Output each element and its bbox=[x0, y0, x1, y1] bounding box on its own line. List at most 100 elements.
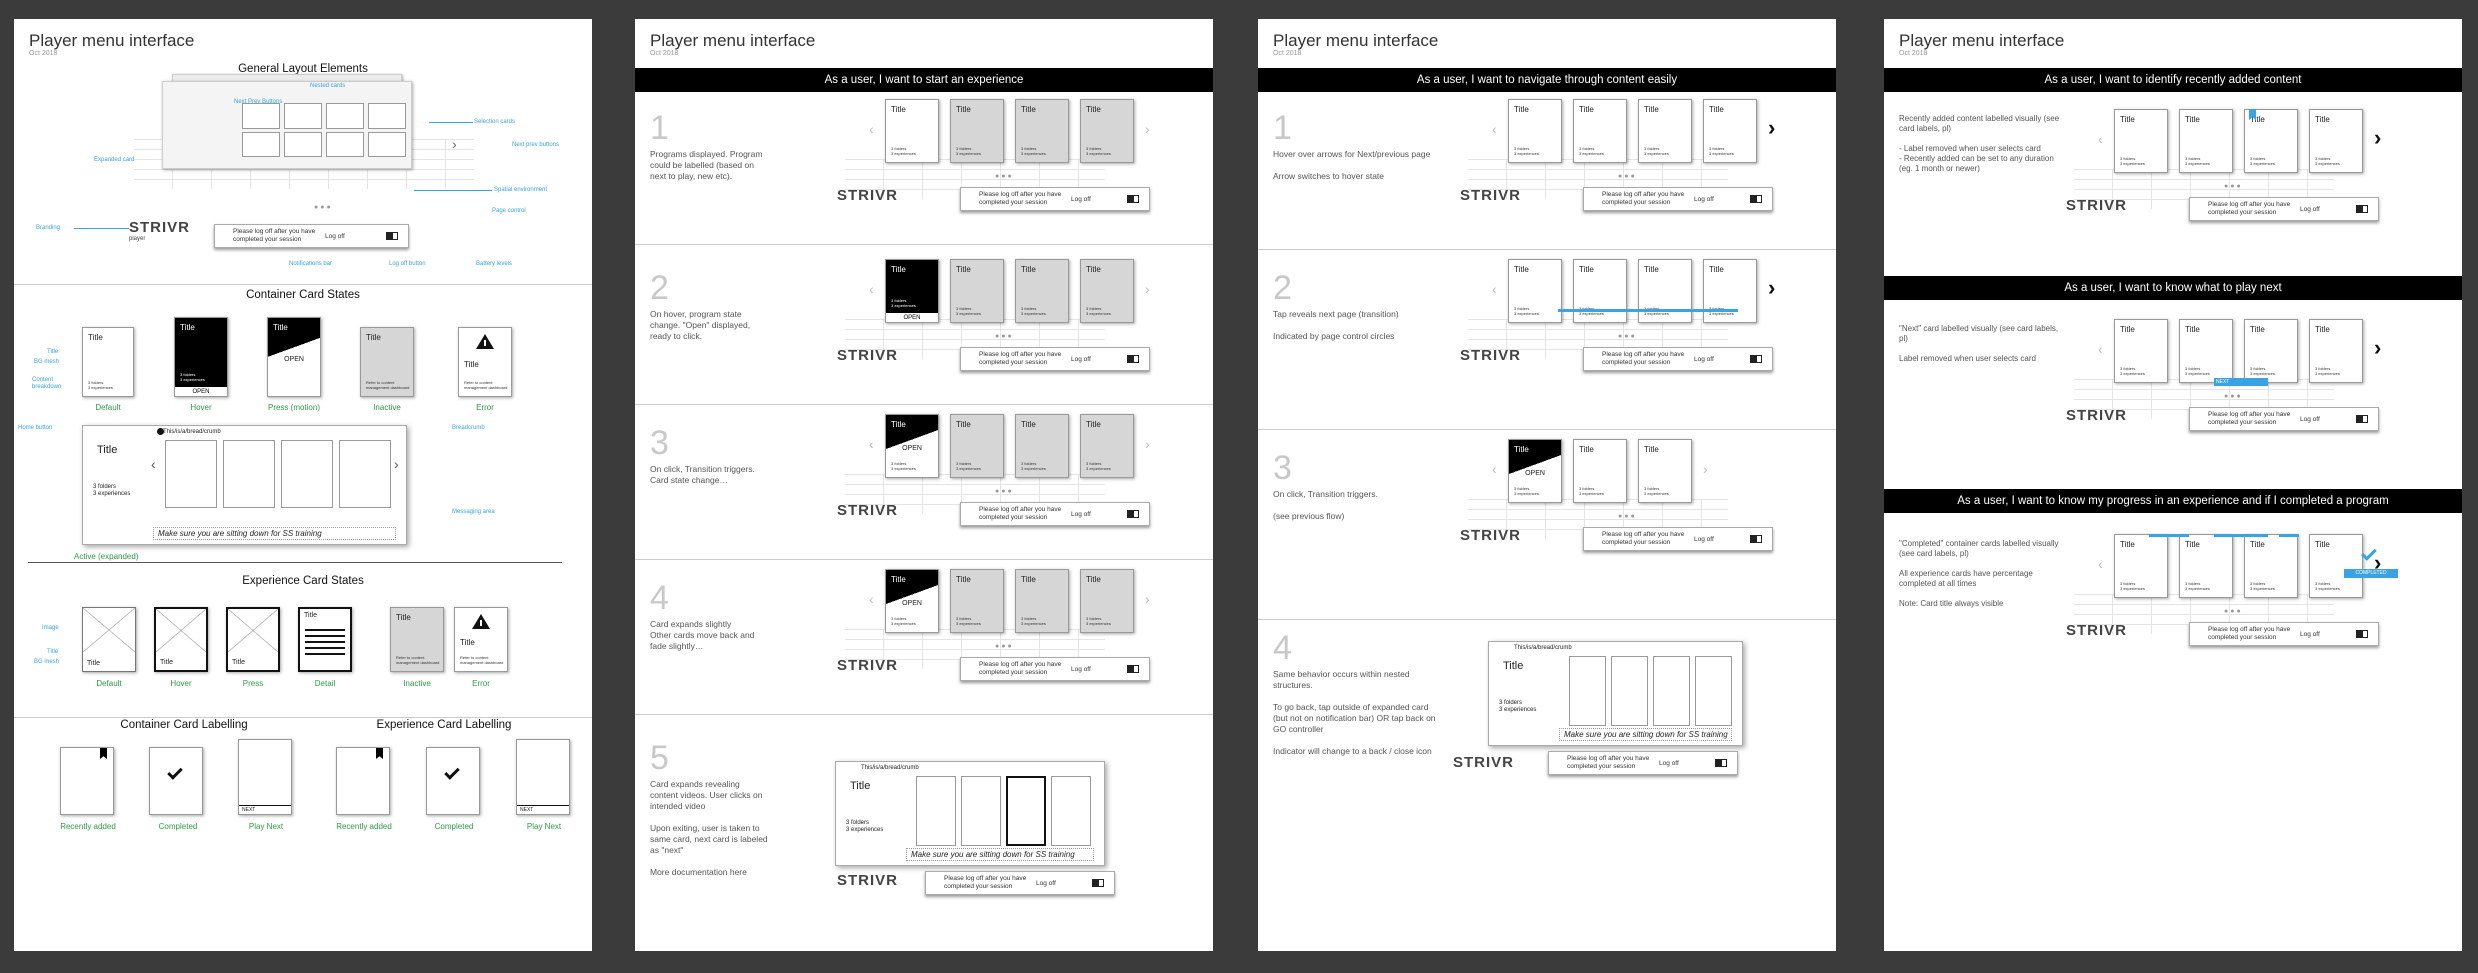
logoff-button[interactable]: Log off bbox=[1071, 666, 1091, 673]
container-card[interactable]: Title3 folders 3 experiences bbox=[1015, 99, 1069, 163]
chevron-left-icon[interactable]: ‹ bbox=[2098, 556, 2103, 572]
nested-slot[interactable] bbox=[916, 776, 956, 846]
container-card[interactable]: Title3 folders 3 experiences bbox=[1508, 259, 1562, 323]
logoff-button[interactable]: Log off bbox=[2300, 631, 2320, 638]
chevron-left-icon[interactable]: ‹ bbox=[869, 121, 874, 137]
page-control[interactable]: ●●● bbox=[2224, 393, 2243, 400]
container-card[interactable]: Title3 folders 3 experiences bbox=[1015, 259, 1069, 323]
logoff-button[interactable]: Log off bbox=[1694, 356, 1714, 363]
container-card[interactable]: Title3 folders 3 experiences bbox=[1080, 569, 1134, 633]
page-control[interactable]: ●●● bbox=[995, 173, 1014, 180]
logoff-button[interactable]: Log off bbox=[325, 233, 345, 240]
container-card[interactable]: Title3 folders 3 experiences bbox=[1703, 99, 1757, 163]
container-card[interactable]: Title3 folders 3 experiences bbox=[1573, 439, 1627, 503]
chevron-right-icon[interactable]: › bbox=[452, 136, 457, 152]
logoff-button[interactable]: Log off bbox=[2300, 416, 2320, 423]
experience-card-detail[interactable]: Title bbox=[298, 607, 352, 672]
page-control[interactable]: ●●● bbox=[1618, 333, 1637, 340]
experience-card-press[interactable]: Title bbox=[226, 607, 280, 672]
nested-slot[interactable] bbox=[339, 440, 391, 508]
logoff-button[interactable]: Log off bbox=[1659, 760, 1679, 767]
nested-slot[interactable] bbox=[961, 776, 1001, 846]
container-card[interactable]: Title3 folders 3 experiences bbox=[950, 99, 1004, 163]
nested-slot[interactable] bbox=[165, 440, 217, 508]
active-expanded-card[interactable]: This/is/a/bread/crumb Title 3 folders 3 … bbox=[82, 425, 407, 545]
chevron-left-icon[interactable]: ‹ bbox=[1492, 121, 1497, 137]
nested-slot[interactable] bbox=[1695, 656, 1732, 726]
chevron-right-icon[interactable]: › bbox=[394, 456, 399, 472]
container-card[interactable]: Title3 folders 3 experiences bbox=[1573, 99, 1627, 163]
chevron-left-icon[interactable]: ‹ bbox=[151, 456, 156, 472]
container-card[interactable]: Title 3 folders 3 experiences OPEN bbox=[1508, 439, 1562, 503]
chevron-right-icon[interactable]: › bbox=[2374, 125, 2381, 151]
nested-slot[interactable] bbox=[1653, 656, 1690, 726]
container-card[interactable]: Title3 folders 3 experiences bbox=[1080, 414, 1134, 478]
chevron-left-icon[interactable]: ‹ bbox=[869, 436, 874, 452]
chevron-left-icon[interactable]: ‹ bbox=[1492, 461, 1497, 477]
container-card[interactable]: Title3 folders 3 experiences bbox=[1638, 99, 1692, 163]
page-control[interactable]: ●●● bbox=[314, 204, 333, 211]
page-control[interactable]: ●●● bbox=[995, 333, 1014, 340]
container-card[interactable]: Title3 folders 3 experiences bbox=[1080, 259, 1134, 323]
chevron-left-icon[interactable]: ‹ bbox=[1492, 281, 1497, 297]
container-card[interactable]: Title3 folders 3 experiences bbox=[1703, 259, 1757, 323]
page-control[interactable]: ●●● bbox=[995, 643, 1014, 650]
breadcrumb[interactable]: This/is/a/bread/crumb bbox=[861, 765, 919, 771]
chevron-right-icon[interactable]: › bbox=[1145, 591, 1150, 607]
container-card[interactable]: Title3 folders 3 experiences bbox=[950, 569, 1004, 633]
container-card-default[interactable]: Title 3 folders 3 experiences bbox=[82, 327, 134, 397]
page-control[interactable]: ●●● bbox=[1618, 173, 1637, 180]
container-card-press[interactable]: Title OPEN bbox=[267, 317, 321, 397]
container-card[interactable]: Title3 folders 3 experiences bbox=[1080, 99, 1134, 163]
container-card[interactable]: Title3 folders 3 experiences bbox=[2244, 534, 2298, 598]
nested-slot[interactable] bbox=[1006, 776, 1046, 846]
container-card[interactable]: Title3 folders 3 experiences bbox=[2179, 109, 2233, 173]
container-card[interactable]: Title3 folders 3 experiences bbox=[2309, 319, 2363, 383]
breadcrumb[interactable]: This/is/a/bread/crumb bbox=[1514, 645, 1572, 651]
container-card[interactable]: Title 3 folders 3 experiences OPEN bbox=[885, 259, 939, 323]
chevron-right-icon[interactable]: › bbox=[1768, 115, 1775, 141]
container-card[interactable]: Title3 folders 3 experiences bbox=[950, 414, 1004, 478]
chevron-left-icon[interactable]: ‹ bbox=[2098, 341, 2103, 357]
container-card[interactable]: Title 3 folders 3 experiences OPEN bbox=[885, 414, 939, 478]
container-card[interactable]: Title3 folders 3 experiences bbox=[2309, 109, 2363, 173]
chevron-right-icon[interactable]: › bbox=[1703, 461, 1708, 477]
container-card[interactable]: Title3 folders 3 experiences bbox=[2114, 534, 2168, 598]
container-card[interactable]: Title3 folders 3 experiences bbox=[885, 99, 939, 163]
container-card-hover[interactable]: Title 3 folders 3 experiences OPEN bbox=[174, 317, 228, 397]
container-card[interactable]: Title3 folders 3 experiences bbox=[1573, 259, 1627, 323]
logoff-button[interactable]: Log off bbox=[1071, 511, 1091, 518]
container-card[interactable]: Title3 folders 3 experiences bbox=[2114, 109, 2168, 173]
expanded-card[interactable]: This/is/a/bread/crumb Title 3 folders 3 ex… bbox=[1488, 641, 1743, 746]
nested-slot[interactable] bbox=[1051, 776, 1091, 846]
nested-slot[interactable] bbox=[1611, 656, 1648, 726]
chevron-left-icon[interactable]: ‹ bbox=[2098, 131, 2103, 147]
logoff-button[interactable]: Log off bbox=[1694, 196, 1714, 203]
container-card[interactable]: Title3 folders 3 experiences bbox=[2179, 319, 2233, 383]
container-card[interactable]: Title3 folders 3 experiences bbox=[1508, 99, 1562, 163]
logoff-button[interactable]: Log off bbox=[1071, 356, 1091, 363]
page-control[interactable]: ●●● bbox=[995, 488, 1014, 495]
breadcrumb[interactable]: This/is/a/bread/crumb bbox=[163, 429, 221, 435]
chevron-right-icon[interactable]: › bbox=[1768, 275, 1775, 301]
experience-card-default[interactable]: Title bbox=[82, 607, 136, 672]
logoff-button[interactable]: Log off bbox=[1036, 880, 1056, 887]
chevron-left-icon[interactable]: ‹ bbox=[869, 591, 874, 607]
container-card[interactable]: Title3 folders 3 experiences bbox=[2179, 534, 2233, 598]
container-card[interactable]: Title3 folders 3 experiences bbox=[950, 259, 1004, 323]
page-control[interactable]: ●●● bbox=[2224, 608, 2243, 615]
container-card[interactable]: Title3 folders 3 experiences bbox=[1015, 569, 1069, 633]
container-card[interactable]: Title3 folders 3 experiences bbox=[1638, 259, 1692, 323]
logoff-button[interactable]: Log off bbox=[2300, 206, 2320, 213]
container-card[interactable]: Title3 folders 3 experiences bbox=[1638, 439, 1692, 503]
chevron-left-icon[interactable]: ‹ bbox=[869, 281, 874, 297]
logoff-button[interactable]: Log off bbox=[1071, 196, 1091, 203]
expanded-card[interactable]: This/is/a/bread/crumb Title 3 folders 3 ex… bbox=[835, 761, 1105, 866]
nested-slot[interactable] bbox=[1569, 656, 1606, 726]
container-card[interactable]: Title3 folders 3 experiences bbox=[1015, 414, 1069, 478]
page-control[interactable]: ●●● bbox=[2224, 183, 2243, 190]
nested-slot[interactable] bbox=[223, 440, 275, 508]
container-card[interactable]: Title3 folders 3 experiences bbox=[2244, 109, 2298, 173]
chevron-right-icon[interactable]: › bbox=[1145, 281, 1150, 297]
chevron-right-icon[interactable]: › bbox=[1145, 436, 1150, 452]
